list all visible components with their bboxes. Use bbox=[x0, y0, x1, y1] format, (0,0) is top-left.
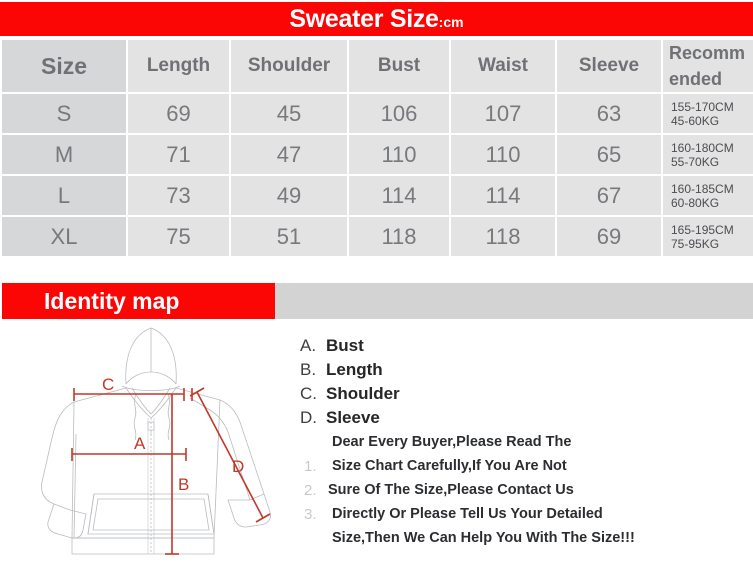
legend-label-bust: Bust bbox=[326, 336, 364, 355]
cell-rec-height: 165-195CM bbox=[671, 222, 734, 237]
note-row: 3. Directly Or Please Tell Us Your Detai… bbox=[300, 502, 753, 526]
diagram-label-b: B bbox=[178, 475, 189, 494]
cell-sleeve: 65 bbox=[557, 135, 661, 174]
cell-shoulder: 51 bbox=[231, 217, 347, 256]
cell-bust: 118 bbox=[349, 217, 449, 256]
garment-diagram: C A B D bbox=[14, 322, 299, 562]
column-header-length: Length bbox=[128, 40, 229, 92]
column-header-size: Size bbox=[2, 40, 126, 92]
table-row: XL 75 51 118 118 69 165-195CM 75-95KG bbox=[2, 217, 753, 256]
note-number-2: 2. bbox=[304, 482, 317, 499]
column-header-recommended: Recomm ended bbox=[663, 40, 753, 92]
legend-label-length: Length bbox=[326, 360, 383, 379]
cell-bust: 114 bbox=[349, 176, 449, 215]
legend-label-shoulder: Shoulder bbox=[326, 384, 400, 403]
cell-length: 69 bbox=[128, 94, 229, 133]
identity-map-red-block: Identity map bbox=[2, 283, 275, 319]
legend-label-sleeve: Sleeve bbox=[326, 408, 380, 427]
cell-rec-weight: 55-70KG bbox=[671, 154, 720, 169]
cell-waist: 118 bbox=[451, 217, 555, 256]
cell-sleeve: 67 bbox=[557, 176, 661, 215]
cell-rec-weight: 60-80KG bbox=[671, 195, 720, 210]
recommended-header-line2: ended bbox=[669, 69, 723, 89]
note-line-4: Directly Or Please Tell Us Your Detailed bbox=[332, 506, 603, 522]
note-row: Size,Then We Can Help You With The Size!… bbox=[300, 526, 753, 550]
cell-rec-height: 160-180CM bbox=[671, 140, 734, 155]
cell-size: S bbox=[2, 94, 126, 133]
legend-item-bust: A. Bust bbox=[300, 336, 753, 360]
note-number-3: 3. bbox=[304, 506, 317, 523]
cell-shoulder: 49 bbox=[231, 176, 347, 215]
column-header-sleeve: Sleeve bbox=[557, 40, 661, 92]
size-chart-table: Size Length Shoulder Bust Waist Sleeve R… bbox=[0, 38, 753, 258]
cell-size: M bbox=[2, 135, 126, 174]
note-line-1: Dear Every Buyer,Please Read The bbox=[332, 434, 572, 450]
cell-sleeve: 63 bbox=[557, 94, 661, 133]
cell-waist: 110 bbox=[451, 135, 555, 174]
cell-length: 75 bbox=[128, 217, 229, 256]
table-row: L 73 49 114 114 67 160-185CM 60-80KG bbox=[2, 176, 753, 215]
diagram-label-d: D bbox=[232, 457, 244, 476]
recommended-header-line1: Recomm bbox=[669, 43, 746, 63]
column-header-waist: Waist bbox=[451, 40, 555, 92]
cell-sleeve: 69 bbox=[557, 217, 661, 256]
page-title: Sweater Size bbox=[289, 4, 439, 33]
cell-recommended: 160-180CM 55-70KG bbox=[663, 135, 753, 174]
cell-length: 71 bbox=[128, 135, 229, 174]
cell-recommended: 160-185CM 60-80KG bbox=[663, 176, 753, 215]
cell-shoulder: 47 bbox=[231, 135, 347, 174]
sweater-size-title-banner: Sweater Size :cm bbox=[0, 2, 753, 36]
note-row: 1. Size Chart Carefully,If You Are Not bbox=[300, 454, 753, 478]
legend-item-sleeve: D. Sleeve bbox=[300, 408, 753, 432]
legend-item-length: B. Length bbox=[300, 360, 753, 384]
note-row: Dear Every Buyer,Please Read The bbox=[300, 430, 753, 454]
buyer-notes: Dear Every Buyer,Please Read The 1. Size… bbox=[300, 430, 753, 550]
legend-letter-c: C. bbox=[300, 384, 317, 403]
measurement-legend: A. Bust B. Length C. Shoulder D. Sleeve bbox=[300, 336, 753, 432]
table-header-row: Size Length Shoulder Bust Waist Sleeve R… bbox=[2, 40, 753, 92]
table-row: M 71 47 110 110 65 160-180CM 55-70KG bbox=[2, 135, 753, 174]
identity-map-title: Identity map bbox=[44, 287, 180, 314]
unit-label: :cm bbox=[438, 14, 464, 30]
cell-shoulder: 45 bbox=[231, 94, 347, 133]
note-line-3: Sure Of The Size,Please Contact Us bbox=[328, 482, 574, 498]
cell-waist: 107 bbox=[451, 94, 555, 133]
legend-letter-d: D. bbox=[300, 408, 317, 427]
identity-map-bar: Identity map bbox=[2, 283, 753, 319]
cell-bust: 110 bbox=[349, 135, 449, 174]
note-number-1: 1. bbox=[304, 458, 317, 475]
cell-rec-height: 155-170CM bbox=[671, 99, 734, 114]
note-line-5: Size,Then We Can Help You With The Size!… bbox=[332, 530, 635, 546]
cell-rec-height: 160-185CM bbox=[671, 181, 734, 196]
cell-rec-weight: 45-60KG bbox=[671, 113, 720, 128]
legend-item-shoulder: C. Shoulder bbox=[300, 384, 753, 408]
cell-size: XL bbox=[2, 217, 126, 256]
column-header-shoulder: Shoulder bbox=[231, 40, 347, 92]
diagram-label-a: A bbox=[134, 434, 146, 453]
cell-length: 73 bbox=[128, 176, 229, 215]
cell-recommended: 165-195CM 75-95KG bbox=[663, 217, 753, 256]
note-line-2: Size Chart Carefully,If You Are Not bbox=[332, 458, 567, 474]
column-header-bust: Bust bbox=[349, 40, 449, 92]
diagram-label-c: C bbox=[102, 375, 114, 394]
cell-bust: 106 bbox=[349, 94, 449, 133]
table-row: S 69 45 106 107 63 155-170CM 45-60KG bbox=[2, 94, 753, 133]
cell-rec-weight: 75-95KG bbox=[671, 236, 720, 251]
note-row: 2. Sure Of The Size,Please Contact Us bbox=[300, 478, 753, 502]
cell-waist: 114 bbox=[451, 176, 555, 215]
legend-letter-a: A. bbox=[300, 336, 317, 355]
cell-size: L bbox=[2, 176, 126, 215]
legend-letter-b: B. bbox=[300, 360, 317, 379]
cell-recommended: 155-170CM 45-60KG bbox=[663, 94, 753, 133]
